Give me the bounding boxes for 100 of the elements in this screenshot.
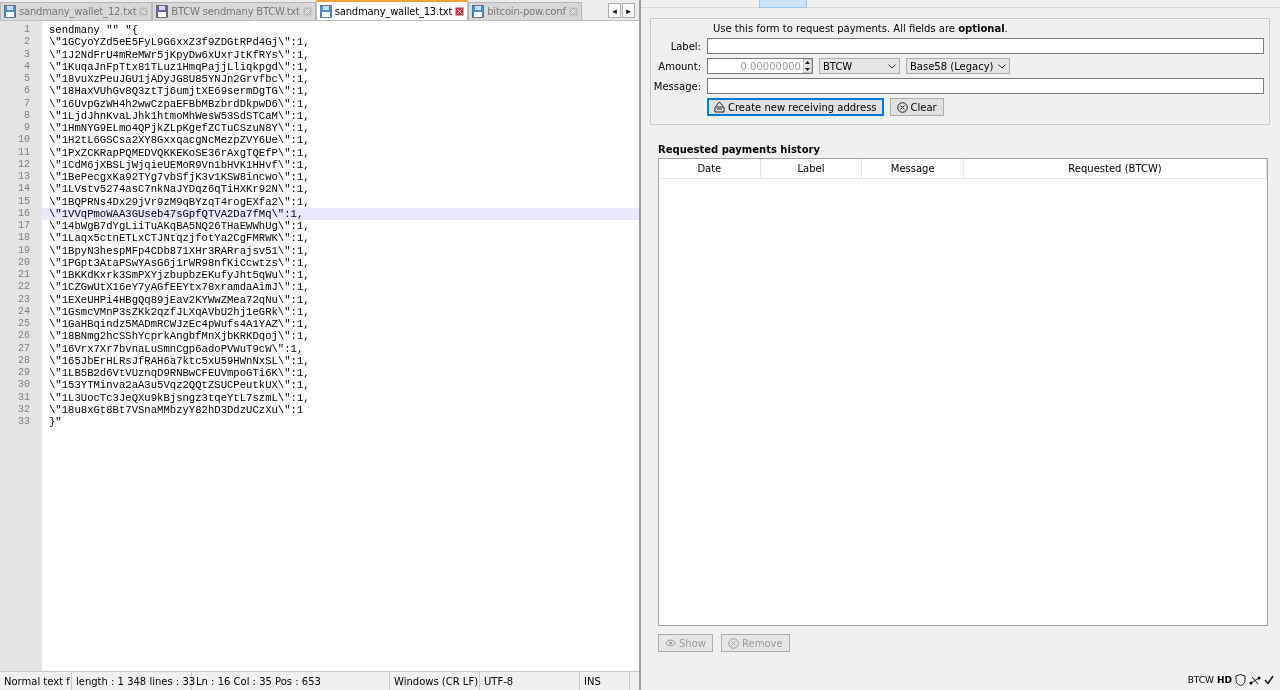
scroll-button[interactable]: ◂ xyxy=(608,3,621,18)
line-number: 28 xyxy=(17,354,31,367)
file-icon xyxy=(156,5,169,18)
code-line: \"16Vrx7Xr7bvnaLuSmnCgp6adoPVWuT9cW\":1, xyxy=(48,342,305,355)
chevron-icon xyxy=(888,63,896,69)
code-line: \"1HmNYG9ELmo4QPjkZLpKgefZCTuCSzuN8Y\":1, xyxy=(48,122,311,135)
line-number: 19 xyxy=(17,244,31,257)
column-header[interactable]: Requested (BTCW) xyxy=(964,159,1267,178)
unit-dropdown[interactable]: BTCW xyxy=(819,58,900,74)
code-line: \"1BpyN3hespMFp4CDb871XHr3RARrajsv51\":1, xyxy=(48,244,311,257)
code-line: \"153YTMinva2aA3u5Vqz2QQtZSUCPeutkUX\":1, xyxy=(48,379,311,392)
code-line: \"18HaxVUhGv8Q3ztTj6umjtXE69sermDgTG\":1, xyxy=(48,85,311,98)
line-number: 27 xyxy=(17,342,31,355)
code-line: \"1GCyoYZd5eE5FyL9G6xxZ3f9ZDGtRPd4Gj\":1, xyxy=(48,36,311,49)
line-number: 31 xyxy=(17,391,31,404)
line-number: 12 xyxy=(17,158,31,171)
code-line: \"1CZGwUtX16eY7yAGfEEYtx78xramdaAimJ\":1, xyxy=(48,281,311,294)
line-number: 24 xyxy=(17,305,31,318)
line-number: 5 xyxy=(23,73,31,86)
column-header[interactable]: Date xyxy=(659,159,761,178)
spin-arrows-icon[interactable] xyxy=(803,59,812,73)
line-number: 29 xyxy=(17,367,31,380)
line-number: 2 xyxy=(23,36,31,49)
line-number: 30 xyxy=(17,379,31,392)
file-tab[interactable]: sandmany_wallet_13.txt xyxy=(315,0,469,20)
code-line: \"1H2tL6GSCsa2XY8GxxqacgNcMezpZVY6Ue\":1, xyxy=(48,134,311,147)
tab-label: sandmany_wallet_12.txt xyxy=(19,6,137,17)
hd-label: HD xyxy=(1217,675,1232,685)
file-icon xyxy=(319,4,332,18)
code-line: \"18BNmg2hcSShYcprkAngbfMnXjbKRKDqoj\":1, xyxy=(48,330,311,343)
label-field[interactable] xyxy=(707,38,1264,54)
line-number: 33 xyxy=(17,416,31,429)
line-number: 14 xyxy=(17,183,31,196)
tab-label: BTCW sendmany BTCW.txt xyxy=(171,6,300,17)
line-number: 25 xyxy=(17,318,31,331)
check-icon xyxy=(1264,675,1274,685)
code-line: \"165JbErHLRsJfRAH6a7ktc5xU59HWnNxSL\":1, xyxy=(48,354,311,367)
unit-label: BTCW xyxy=(1187,675,1214,685)
code-line: \"1EXeUHPi4HBgQq89jEav2KYWwZMea72qNu\":1, xyxy=(48,293,311,306)
receive-icon xyxy=(714,101,725,113)
code-line: \"16UvpGzWH4h2wwCzpaEFBbMBzbrdDkpwD6\":1, xyxy=(48,97,311,110)
line-number: 16 xyxy=(17,207,31,220)
tab-label: bitcoin-pow.conf xyxy=(487,6,566,17)
status-text: INS xyxy=(580,672,630,690)
file-icon xyxy=(472,5,485,18)
code-line: \"1BQPRNs4Dx29jVr9zM9qBYzqT4rogEXfa2\":1, xyxy=(48,195,311,208)
code-line: sendmany "" "{ xyxy=(48,24,139,37)
line-number: 10 xyxy=(17,134,31,147)
line-number: 26 xyxy=(17,330,31,343)
tab-label: sandmany_wallet_13.txt xyxy=(334,5,453,17)
code-line: \"14bWgB7dYgLiiTuAKqBA5NQ26THaEWWhUg\":1, xyxy=(48,220,311,233)
shield-icon xyxy=(1235,674,1246,686)
line-number: 20 xyxy=(17,256,31,269)
close-icon xyxy=(728,637,739,649)
close-icon xyxy=(896,101,908,113)
code-line: \"1LB5B2d6VtVUznqD9RNBwCFEUVmpoGTi6K\":1, xyxy=(48,367,311,380)
code-line: \"1GsmcVMnP3sZKk2qzfJLXqAVbU2hj1eGRk\":1, xyxy=(48,305,311,318)
field-label: Label: xyxy=(669,40,701,52)
line-number: 9 xyxy=(23,122,31,135)
chevron-icon xyxy=(998,63,1006,69)
file-icon xyxy=(4,5,16,18)
create-address-button[interactable]: Create new receiving address xyxy=(707,98,884,116)
code-line: \"18vuXzPeuJGU1jADyJG8U85YNJn2Grvfbc\":1, xyxy=(48,73,311,86)
code-line: \"1PxZCKRapPQMEDVQKKEKoSE36rAxgTQEfP\":1, xyxy=(48,146,311,159)
line-number: 7 xyxy=(23,97,31,110)
code-line: \"1J2NdFrU4mReMWr5jKpyDw6xUxrJtKfRYs\":1, xyxy=(48,48,311,61)
status-text: Normal text f xyxy=(0,672,72,690)
code-line: \"1CdM6jXBSLjWjqieUEMoR9Vn1bHVK1HHvf\":1, xyxy=(48,158,311,171)
clear-button[interactable]: Clear xyxy=(889,98,944,116)
line-number: 15 xyxy=(17,195,31,208)
line-number: 6 xyxy=(23,85,31,98)
scroll-button[interactable]: ▸ xyxy=(622,3,635,18)
line-number: 3 xyxy=(23,48,31,61)
address-type-dropdown[interactable]: Base58 (Legacy) xyxy=(906,58,1010,74)
eye-icon xyxy=(665,639,676,647)
code-line: \"1GaHBqindz5MADmRCWJzEc4pWufs4A1YAZ\":1, xyxy=(48,318,311,331)
line-number: 23 xyxy=(17,293,31,306)
message-field[interactable] xyxy=(707,78,1264,94)
code-line: \"1BKKdKxrk3SmPXYjzbupbzEKufyJht5qWu\":1, xyxy=(48,269,311,282)
code-line: \"18u8xGt8Bt7VSnaMMbzyY82hD3DdzUCzXu\":1 xyxy=(48,403,305,416)
code-line: \"1PGpt3AtaPSwYAsG6j1rWR98nfKiCcwtzs\":1, xyxy=(48,256,311,269)
field-label: Amount: xyxy=(657,60,701,72)
status-text: UTF-8 xyxy=(480,672,580,690)
line-number: 32 xyxy=(17,403,31,416)
network-icon xyxy=(1249,674,1261,686)
column-header[interactable]: Label xyxy=(760,159,863,178)
field-label: Message: xyxy=(652,80,701,92)
code-line: \"1L3UocTc3JeQXu9kBjsngz3tqeYtL7szmL\":1, xyxy=(48,391,311,404)
line-number: 22 xyxy=(17,281,31,294)
line-number: 1 xyxy=(23,24,31,37)
line-number: 11 xyxy=(17,146,31,159)
status-text: Windows (CR LF) xyxy=(390,672,480,690)
form-intro: Use this form to request payments. All fields are optional. xyxy=(712,23,1009,34)
code-line: \"1KuqaJnFpTtx81TLuz1HmqPajjLliqkpgd\":1, xyxy=(48,60,311,73)
line-number: 18 xyxy=(17,232,31,245)
line-number: 13 xyxy=(17,171,31,184)
code-line: \"1LjdJhnKvaLJhk1htmoMhWesW53SdSTCaM\":1, xyxy=(48,109,311,122)
line-number: 4 xyxy=(23,60,31,73)
column-header[interactable]: Message xyxy=(862,159,964,178)
close-icon[interactable] xyxy=(455,6,465,16)
